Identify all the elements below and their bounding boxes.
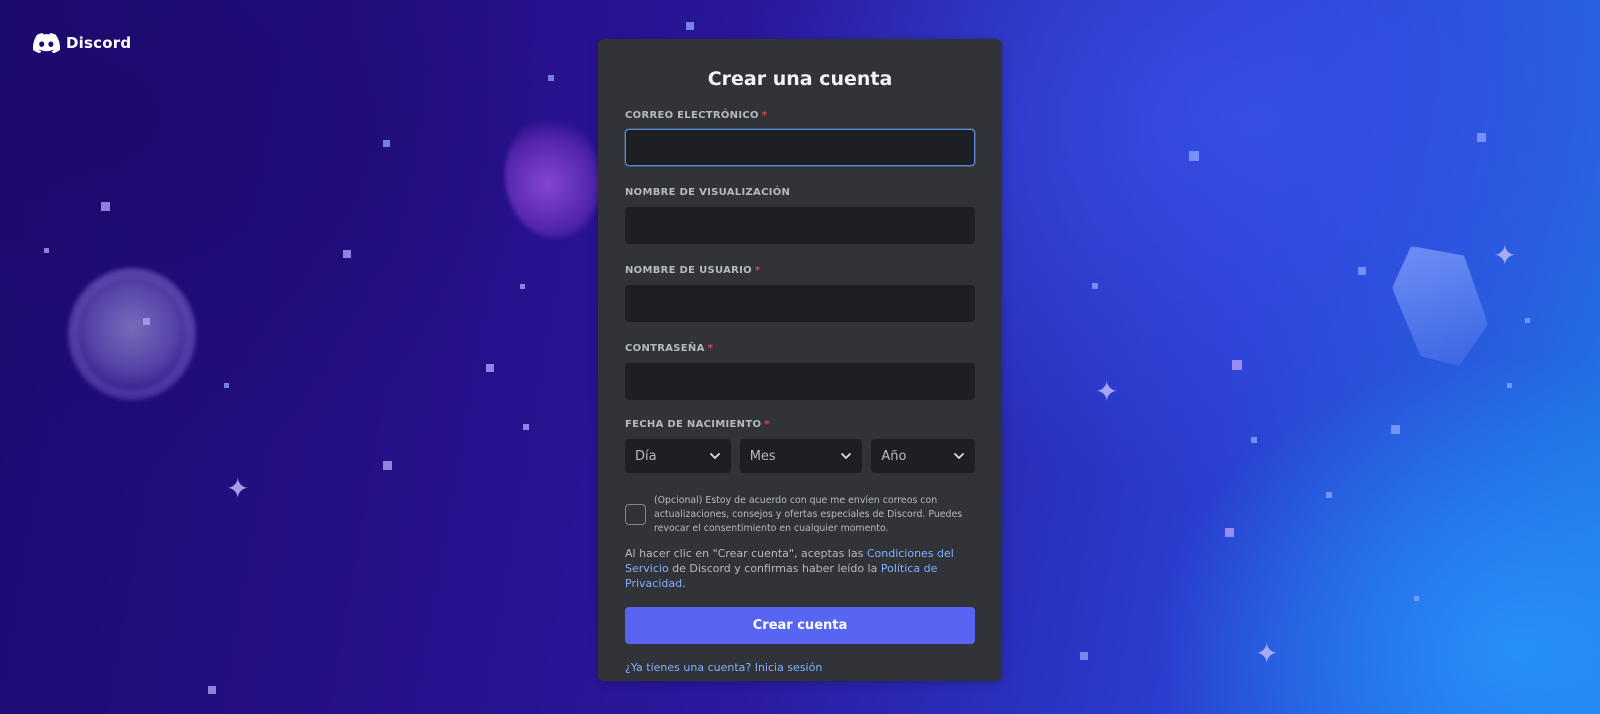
required-mark: * (754, 265, 761, 276)
marketing-consent: (Opcional) Estoy de acuerdo con que me e… (625, 494, 975, 536)
year-select[interactable]: Año (871, 439, 975, 473)
background-star (1232, 360, 1242, 370)
background-star (520, 284, 525, 289)
required-mark: * (761, 110, 768, 121)
required-mark: * (764, 419, 770, 430)
background-star (523, 424, 529, 430)
dob-group: FECHA DE NACIMIENTO * Día Mes Año (625, 418, 975, 473)
background-star (1080, 652, 1088, 660)
background-star (1477, 133, 1486, 142)
background-star (486, 364, 494, 372)
chevron-down-icon (709, 450, 721, 462)
background-star (1251, 437, 1257, 443)
background-star (1092, 283, 1098, 289)
background-star (383, 140, 390, 147)
brand-name: Discord (66, 34, 132, 52)
background-star (1391, 425, 1400, 434)
background-star (101, 202, 110, 211)
chevron-down-icon (840, 450, 852, 462)
username-group: NOMBRE DE USUARIO * (625, 264, 975, 322)
month-select-value: Mes (749, 448, 776, 464)
background-star (1507, 383, 1512, 388)
background-star (143, 318, 150, 325)
background-star (383, 461, 392, 470)
create-account-button[interactable]: Crear cuenta (625, 607, 975, 644)
register-card: Crear una cuenta CORREO ELECTRÓNICO * NOM… (598, 39, 1002, 681)
display-name-input[interactable] (625, 207, 975, 244)
background-star (44, 248, 49, 253)
email-group: CORREO ELECTRÓNICO * (625, 109, 975, 166)
discord-icon (33, 33, 60, 53)
background-orb (68, 268, 196, 400)
password-input[interactable] (625, 363, 975, 400)
sparkle-icon: ✦ (1493, 239, 1517, 272)
consent-text: (Opcional) Estoy de acuerdo con que me e… (654, 495, 963, 534)
discord-logo[interactable]: Discord (32, 33, 131, 53)
year-select-value: Año (881, 448, 907, 464)
sparkle-icon: ✦ (226, 472, 250, 505)
terms-text: Al hacer clic en "Crear cuenta", aceptas… (625, 547, 954, 590)
background-star (1225, 528, 1234, 537)
page-title: Crear una cuenta (707, 68, 893, 90)
display-name-label: NOMBRE DE VISUALIZACIÓN (625, 187, 791, 198)
day-select[interactable]: Día (625, 439, 731, 473)
password-group: CONTRASEÑA * (625, 342, 975, 400)
sparkle-icon: ✦ (1095, 375, 1119, 408)
background-star (1414, 596, 1419, 601)
login-link[interactable]: ¿Ya tienes una cuenta? Inicia sesión (625, 661, 822, 674)
password-label: CONTRASEÑA * (625, 343, 714, 354)
background-crystal (1392, 246, 1488, 366)
background-blob (505, 118, 600, 238)
background-star (1525, 318, 1530, 323)
username-label: NOMBRE DE USUARIO * (625, 265, 761, 276)
background-star (343, 250, 351, 258)
username-input[interactable] (625, 285, 975, 322)
required-mark: * (707, 343, 714, 354)
month-select[interactable]: Mes (739, 439, 863, 473)
background-star (548, 75, 554, 81)
background-star (1326, 492, 1332, 498)
background-star (224, 383, 229, 388)
display-name-group: NOMBRE DE VISUALIZACIÓN (625, 186, 975, 244)
background-star (1189, 151, 1199, 161)
day-select-value: Día (635, 448, 657, 464)
dob-selects: Día Mes Año (625, 439, 975, 473)
background-star (686, 22, 694, 30)
background-star (1358, 267, 1366, 275)
dob-label: FECHA DE NACIMIENTO * (625, 419, 770, 430)
sparkle-icon: ✦ (1255, 637, 1279, 670)
consent-checkbox[interactable] (625, 504, 646, 525)
email-label: CORREO ELECTRÓNICO * (625, 110, 768, 121)
email-input[interactable] (625, 129, 975, 166)
background-star (208, 686, 216, 694)
chevron-down-icon (953, 450, 965, 462)
